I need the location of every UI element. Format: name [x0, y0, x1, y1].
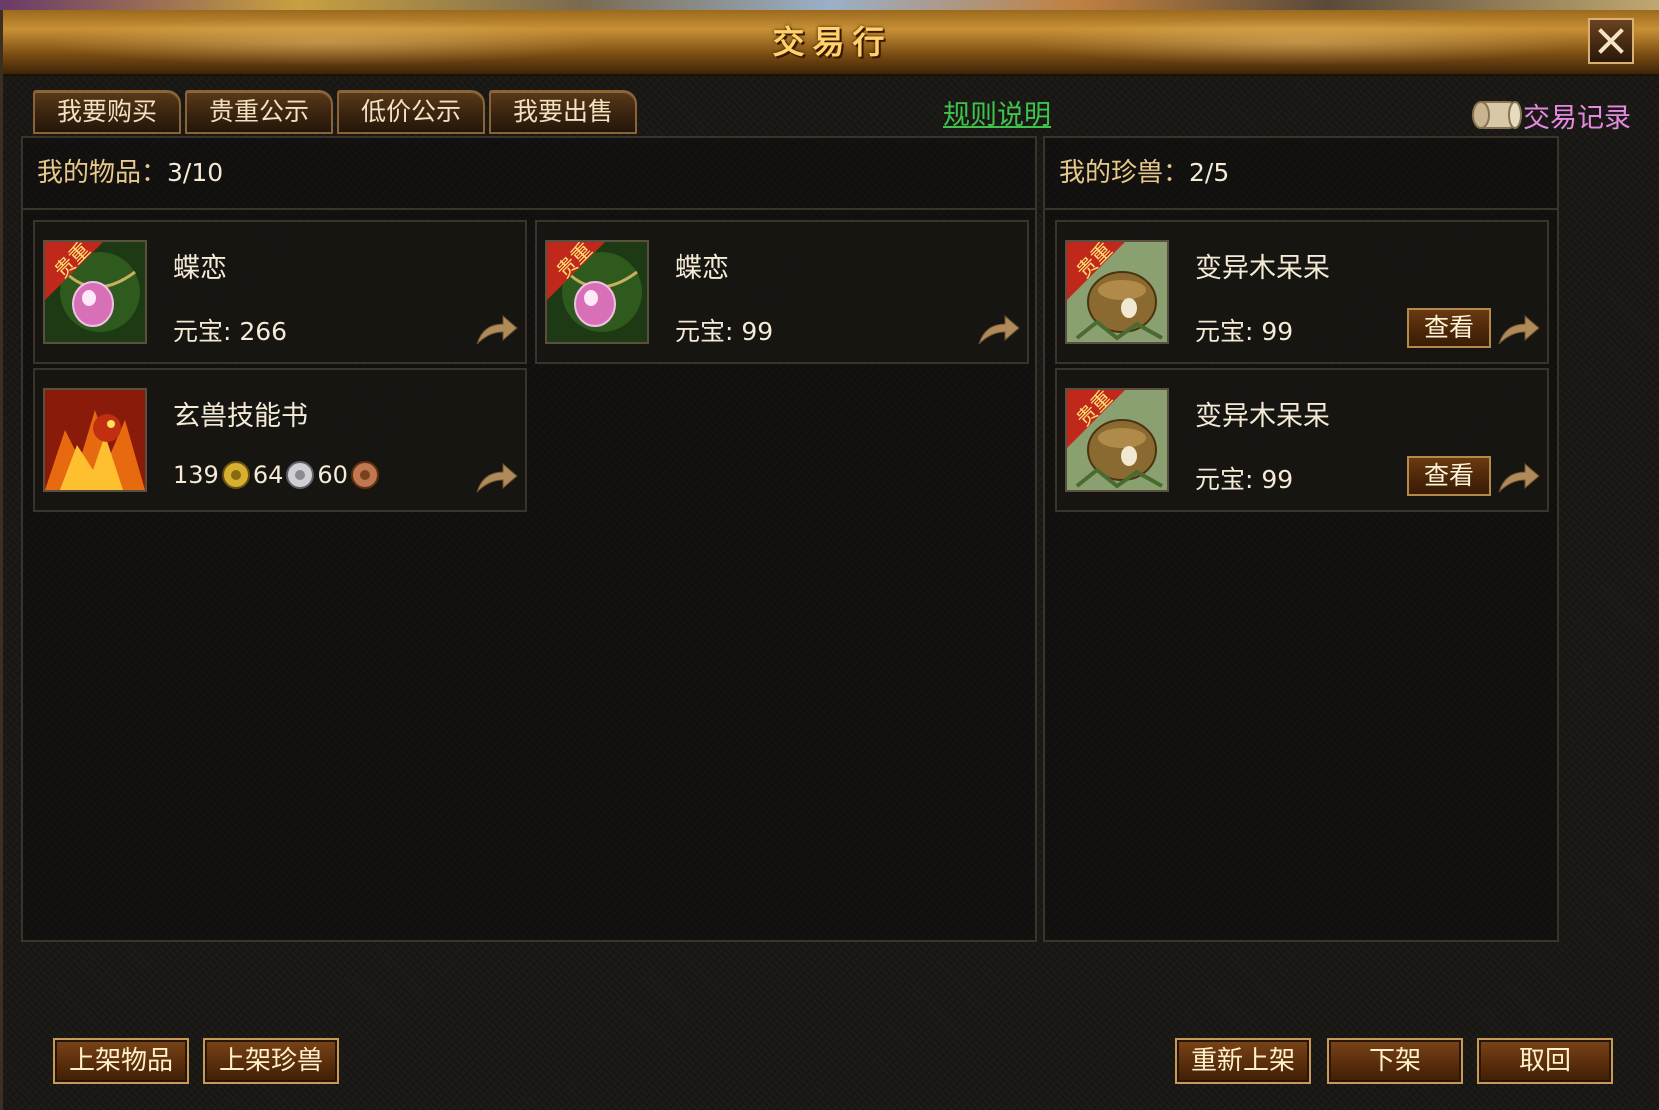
pet-thumbnail[interactable]: 贵重 [1065, 388, 1169, 492]
tree-stump-pet-icon: 贵重 [1067, 390, 1167, 490]
pet-name: 变异木呆呆 [1195, 253, 1330, 284]
trade-record-label: 交易记录 [1523, 102, 1631, 134]
scroll-icon [1472, 101, 1522, 129]
tab-buy[interactable]: 我要购买 [33, 90, 181, 134]
my-pets-count: 2/5 [1189, 158, 1230, 187]
pink-gem-pendant-icon: 贵重 [547, 242, 647, 342]
game-screen: 交易行 我要购买 贵重公示 低价公示 我要出售 规则说明 交易记录 我的物品：3… [0, 0, 1659, 1110]
list-pet-button[interactable]: 上架珍兽 [203, 1038, 339, 1084]
view-button[interactable]: 查看 [1407, 456, 1491, 496]
my-pets-panel: 我的珍兽：2/5 贵重 变异木呆呆 元宝: 99 查看 贵重 变异木呆呆 元宝:… [1043, 136, 1559, 942]
pet-name: 变异木呆呆 [1195, 401, 1330, 432]
gold-coin-icon [221, 461, 250, 489]
copper-coin-icon [350, 461, 379, 489]
item-thumbnail[interactable]: 贵重 [545, 240, 649, 344]
fire-beast-book-icon [45, 390, 145, 490]
pet-price: 元宝: 99 [1195, 465, 1294, 494]
list-item-button[interactable]: 上架物品 [53, 1038, 189, 1084]
share-arrow-icon[interactable] [1495, 310, 1541, 350]
silver-coin-icon [286, 461, 315, 489]
close-icon [1598, 28, 1624, 54]
item-name: 蝶恋 [173, 253, 227, 284]
trade-record-link[interactable]: 交易记录 [1471, 90, 1631, 140]
item-card[interactable]: 贵重 蝶恋 元宝: 99 [535, 220, 1029, 364]
my-pets-label: 我的珍兽： [1059, 158, 1190, 188]
item-price: 元宝: 99 [675, 317, 774, 346]
my-items-panel: 我的物品：3/10 贵重 蝶恋 元宝: 266 贵重 蝶恋 元宝: 99 玄兽技… [21, 136, 1037, 942]
item-card[interactable]: 贵重 蝶恋 元宝: 266 [33, 220, 527, 364]
share-arrow-icon[interactable] [473, 310, 519, 350]
pet-thumbnail[interactable]: 贵重 [1065, 240, 1169, 344]
tab-low-price-notice[interactable]: 低价公示 [337, 90, 485, 134]
tabs-row: 我要购买 贵重公示 低价公示 我要出售 规则说明 交易记录 [3, 76, 1659, 142]
tab-sell[interactable]: 我要出售 [489, 90, 637, 134]
item-price-coins: 139 64 60 [173, 460, 382, 490]
tab-valuable-notice[interactable]: 贵重公示 [185, 90, 333, 134]
delist-button[interactable]: 下架 [1327, 1038, 1463, 1084]
share-arrow-icon[interactable] [473, 458, 519, 498]
my-pets-header: 我的珍兽：2/5 [1045, 138, 1557, 210]
my-items-count: 3/10 [167, 158, 224, 187]
trading-house-window: 交易行 我要购买 贵重公示 低价公示 我要出售 规则说明 交易记录 我的物品：3… [0, 10, 1659, 1110]
gold-amount: 139 [173, 461, 219, 489]
retrieve-button[interactable]: 取回 [1477, 1038, 1613, 1084]
pet-price: 元宝: 99 [1195, 317, 1294, 346]
item-price: 元宝: 266 [173, 317, 288, 346]
my-items-header: 我的物品：3/10 [23, 138, 1035, 210]
item-thumbnail[interactable] [43, 388, 147, 492]
item-card[interactable]: 玄兽技能书 139 64 60 [33, 368, 527, 512]
item-name: 蝶恋 [675, 253, 729, 284]
silver-amount: 64 [252, 461, 284, 489]
pink-gem-pendant-icon: 贵重 [45, 242, 145, 342]
pet-card[interactable]: 贵重 变异木呆呆 元宝: 99 查看 [1055, 220, 1549, 364]
relist-button[interactable]: 重新上架 [1175, 1038, 1311, 1084]
share-arrow-icon[interactable] [1495, 458, 1541, 498]
item-name: 玄兽技能书 [173, 401, 308, 432]
title-bar[interactable]: 交易行 [3, 10, 1659, 76]
window-title: 交易行 [772, 23, 893, 61]
share-arrow-icon[interactable] [975, 310, 1021, 350]
copper-amount: 60 [317, 461, 348, 489]
rules-link[interactable]: 规则说明 [943, 96, 1051, 136]
tree-stump-pet-icon: 贵重 [1067, 242, 1167, 342]
view-button[interactable]: 查看 [1407, 308, 1491, 348]
pet-card[interactable]: 贵重 变异木呆呆 元宝: 99 查看 [1055, 368, 1549, 512]
close-button[interactable] [1588, 18, 1634, 64]
item-thumbnail[interactable]: 贵重 [43, 240, 147, 344]
my-items-label: 我的物品： [37, 158, 168, 188]
